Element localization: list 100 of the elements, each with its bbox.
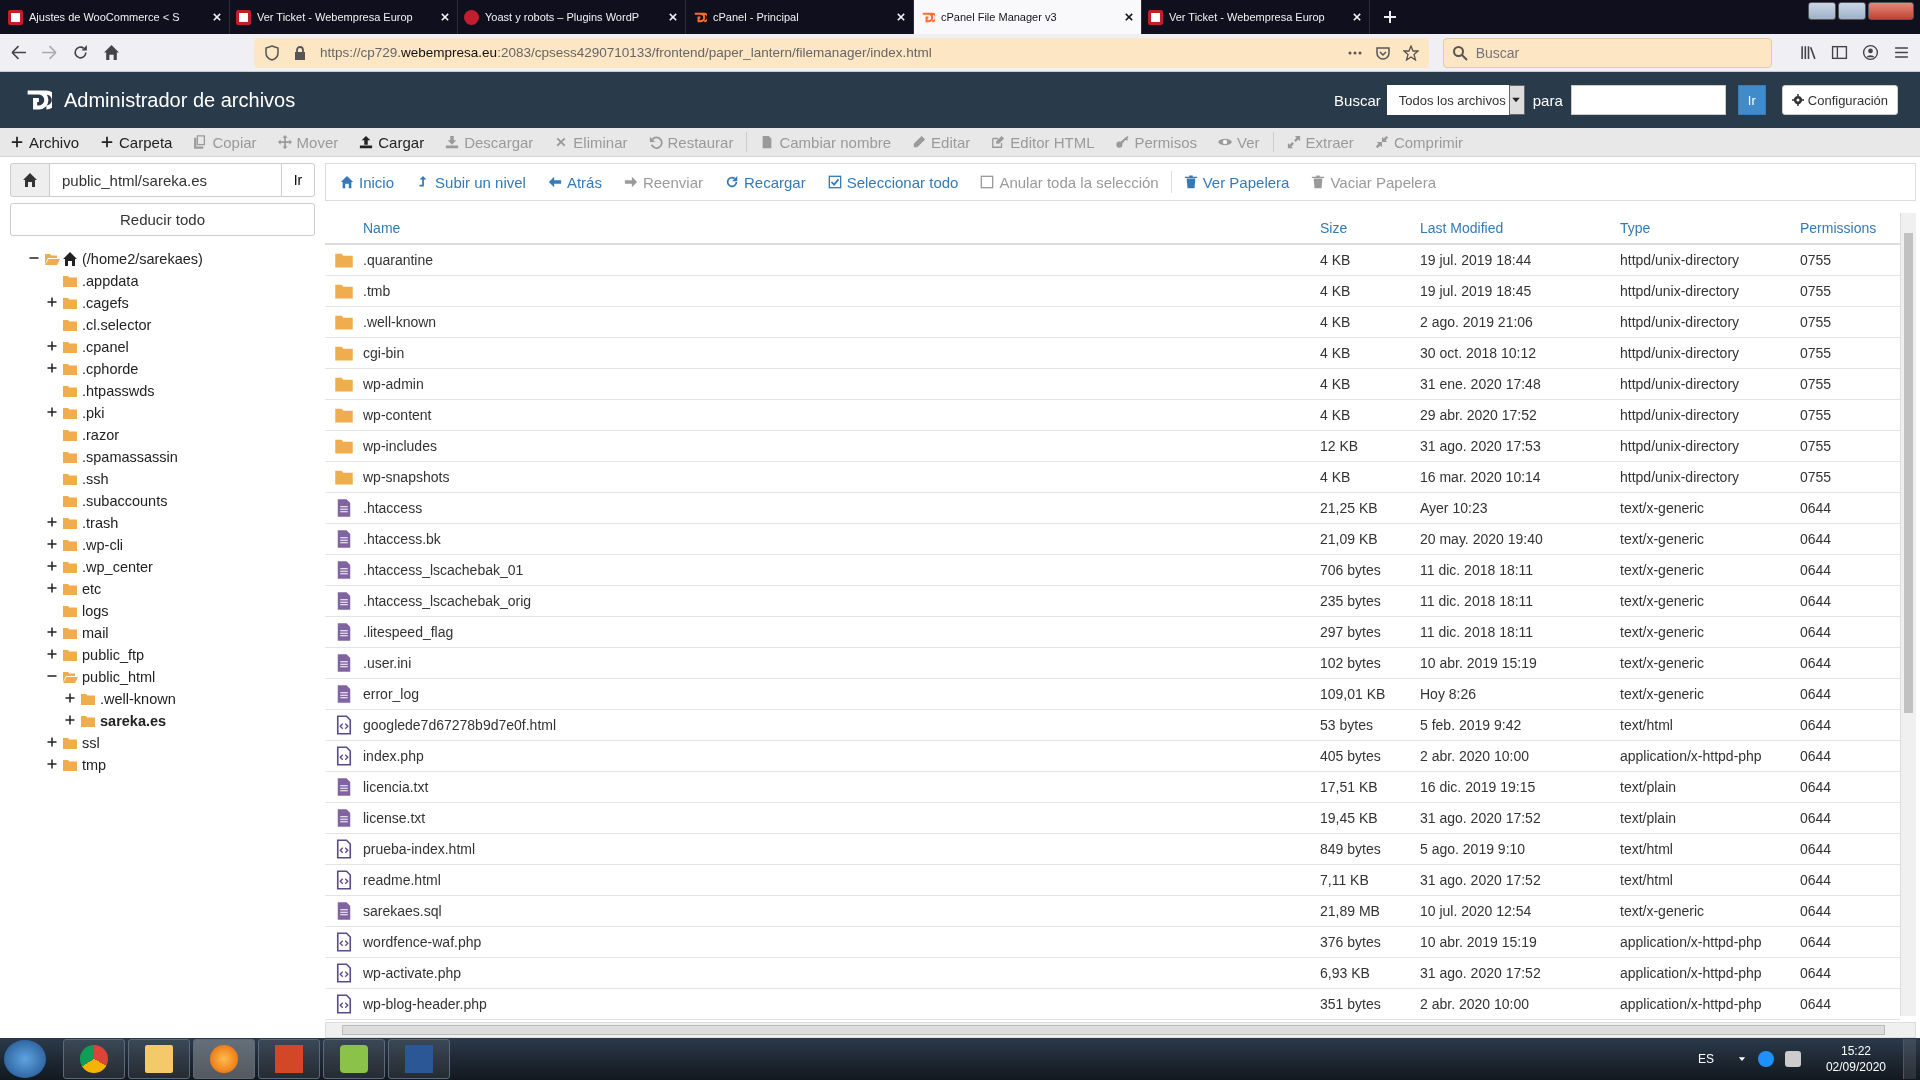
tree-item[interactable]: .pki: [82, 405, 105, 421]
column-header[interactable]: Permissions: [1800, 220, 1900, 236]
tree-item[interactable]: .cphorde: [82, 361, 139, 377]
tree-item[interactable]: tmp: [82, 757, 107, 773]
sidebar-icon[interactable]: [1831, 44, 1848, 61]
new-tab-icon[interactable]: [1382, 9, 1398, 25]
bookmark-icon[interactable]: [1402, 44, 1419, 61]
search-input[interactable]: [1570, 85, 1726, 115]
tree-item[interactable]: sareka.es: [100, 713, 167, 729]
expand-icon[interactable]: [46, 538, 58, 550]
toolbar-button[interactable]: Archivo: [10, 133, 80, 151]
expand-icon[interactable]: [46, 758, 58, 770]
menu-icon[interactable]: [1893, 44, 1910, 61]
pocket-icon[interactable]: [1374, 44, 1391, 61]
tree-item[interactable]: .razor: [82, 427, 120, 443]
tree-item[interactable]: .htpasswds: [82, 383, 155, 399]
file-name[interactable]: wordfence-waf.php: [363, 934, 1320, 950]
file-name[interactable]: .htaccess: [363, 500, 1320, 516]
nav-button[interactable]: Recargar: [724, 173, 806, 191]
toolbar-button[interactable]: Cargar: [359, 133, 425, 151]
expand-icon[interactable]: [64, 714, 76, 726]
nav-button[interactable]: Inicio: [340, 173, 395, 191]
file-name[interactable]: .quarantine: [363, 252, 1320, 268]
nav-button[interactable]: Subir un nivel: [416, 173, 526, 191]
close-icon[interactable]: [895, 11, 907, 23]
language-indicator[interactable]: ES: [1697, 1052, 1714, 1066]
horizontal-scrollbar[interactable]: [325, 1022, 1916, 1038]
scope-dropdown[interactable]: Todos los archivos: [1386, 85, 1525, 115]
toolbar-button[interactable]: Carpeta: [100, 133, 173, 151]
nav-button[interactable]: Atrás: [547, 173, 602, 191]
file-name[interactable]: wp-snapshots: [363, 469, 1320, 485]
file-name[interactable]: .htaccess_lscachebak_01: [363, 562, 1320, 578]
close-icon[interactable]: [1123, 11, 1135, 23]
back-icon[interactable]: [10, 44, 27, 61]
expand-icon[interactable]: [46, 582, 58, 594]
reload-icon[interactable]: [72, 44, 89, 61]
tree-item[interactable]: ssl: [82, 735, 100, 751]
file-name[interactable]: wp-admin: [363, 376, 1320, 392]
nav-button[interactable]: Ver Papelera: [1183, 173, 1290, 191]
tree-item[interactable]: (/home2/sarekaes): [82, 251, 203, 267]
tree-item[interactable]: mail: [82, 625, 109, 641]
tree-item[interactable]: .well-known: [100, 691, 176, 707]
expand-icon[interactable]: [46, 296, 58, 308]
vertical-scrollbar[interactable]: [1900, 213, 1916, 1016]
tree-item[interactable]: .subaccounts: [82, 493, 168, 509]
column-header[interactable]: Type: [1620, 220, 1800, 236]
file-name[interactable]: readme.html: [363, 872, 1320, 888]
tree-item[interactable]: .cagefs: [82, 295, 129, 311]
maximize-button[interactable]: [1838, 2, 1866, 20]
file-name[interactable]: wp-includes: [363, 438, 1320, 454]
close-icon[interactable]: [211, 11, 223, 23]
home-button[interactable]: [10, 163, 50, 197]
tree-item[interactable]: .appdata: [82, 273, 139, 289]
tree-item[interactable]: .cl.selector: [82, 317, 152, 333]
path-field[interactable]: public_html/sareka.es: [50, 163, 281, 197]
window-close-button[interactable]: [1868, 2, 1914, 20]
tree-item[interactable]: public_html: [82, 669, 156, 685]
expand-icon[interactable]: [64, 692, 76, 704]
nav-button[interactable]: Seleccionar todo: [827, 173, 959, 191]
expand-icon[interactable]: [46, 516, 58, 528]
address-field[interactable]: https://cp729.webempresa.eu:2083/cpsess4290710133/frontend/paper_lantern/filemanager/index.html: [254, 37, 1429, 68]
file-name[interactable]: wp-blog-header.php: [363, 996, 1320, 1012]
file-name[interactable]: .htaccess_lscachebak_orig: [363, 593, 1320, 609]
tree-item[interactable]: .trash: [82, 515, 119, 531]
library-icon[interactable]: [1800, 44, 1817, 61]
collapse-all-button[interactable]: Reducir todo: [10, 203, 315, 236]
taskbar-app[interactable]: [128, 1039, 190, 1079]
close-icon[interactable]: [1351, 11, 1363, 23]
tray-icon[interactable]: [1784, 1051, 1801, 1067]
expand-icon[interactable]: [46, 648, 58, 660]
column-header[interactable]: Last Modified: [1420, 220, 1620, 236]
close-icon[interactable]: [667, 11, 679, 23]
tree-item[interactable]: .cpanel: [82, 339, 129, 355]
search-field[interactable]: Buscar: [1442, 37, 1772, 68]
file-name[interactable]: .litespeed_flag: [363, 624, 1320, 640]
home-icon[interactable]: [103, 44, 120, 61]
file-name[interactable]: .user.ini: [363, 655, 1320, 671]
tree-item[interactable]: .spamassassin: [82, 449, 178, 465]
clock-time[interactable]: 15:22: [1840, 1043, 1871, 1059]
file-name[interactable]: index.php: [363, 748, 1320, 764]
file-name[interactable]: error_log: [363, 686, 1320, 702]
file-name[interactable]: wp-activate.php: [363, 965, 1320, 981]
file-name[interactable]: wp-content: [363, 407, 1320, 423]
start-button[interactable]: [4, 1040, 46, 1078]
go-button[interactable]: Ir: [281, 163, 315, 197]
minimize-button[interactable]: [1808, 2, 1836, 20]
expand-icon[interactable]: [46, 736, 58, 748]
file-name[interactable]: licencia.txt: [363, 779, 1320, 795]
tree-item[interactable]: .wp-cli: [82, 537, 124, 553]
expand-icon[interactable]: [46, 626, 58, 638]
tray-icon[interactable]: [1757, 1051, 1774, 1067]
taskbar-app[interactable]: [323, 1039, 385, 1079]
column-header[interactable]: Size: [1320, 220, 1420, 236]
go-button[interactable]: Ir: [1737, 85, 1766, 115]
file-name[interactable]: cgi-bin: [363, 345, 1320, 361]
tree-item[interactable]: .ssh: [82, 471, 109, 487]
file-name[interactable]: .tmb: [363, 283, 1320, 299]
browser-tab[interactable]: cPanel File Manager v3: [914, 0, 1142, 34]
tree-item[interactable]: .wp_center: [82, 559, 153, 575]
file-name[interactable]: prueba-index.html: [363, 841, 1320, 857]
